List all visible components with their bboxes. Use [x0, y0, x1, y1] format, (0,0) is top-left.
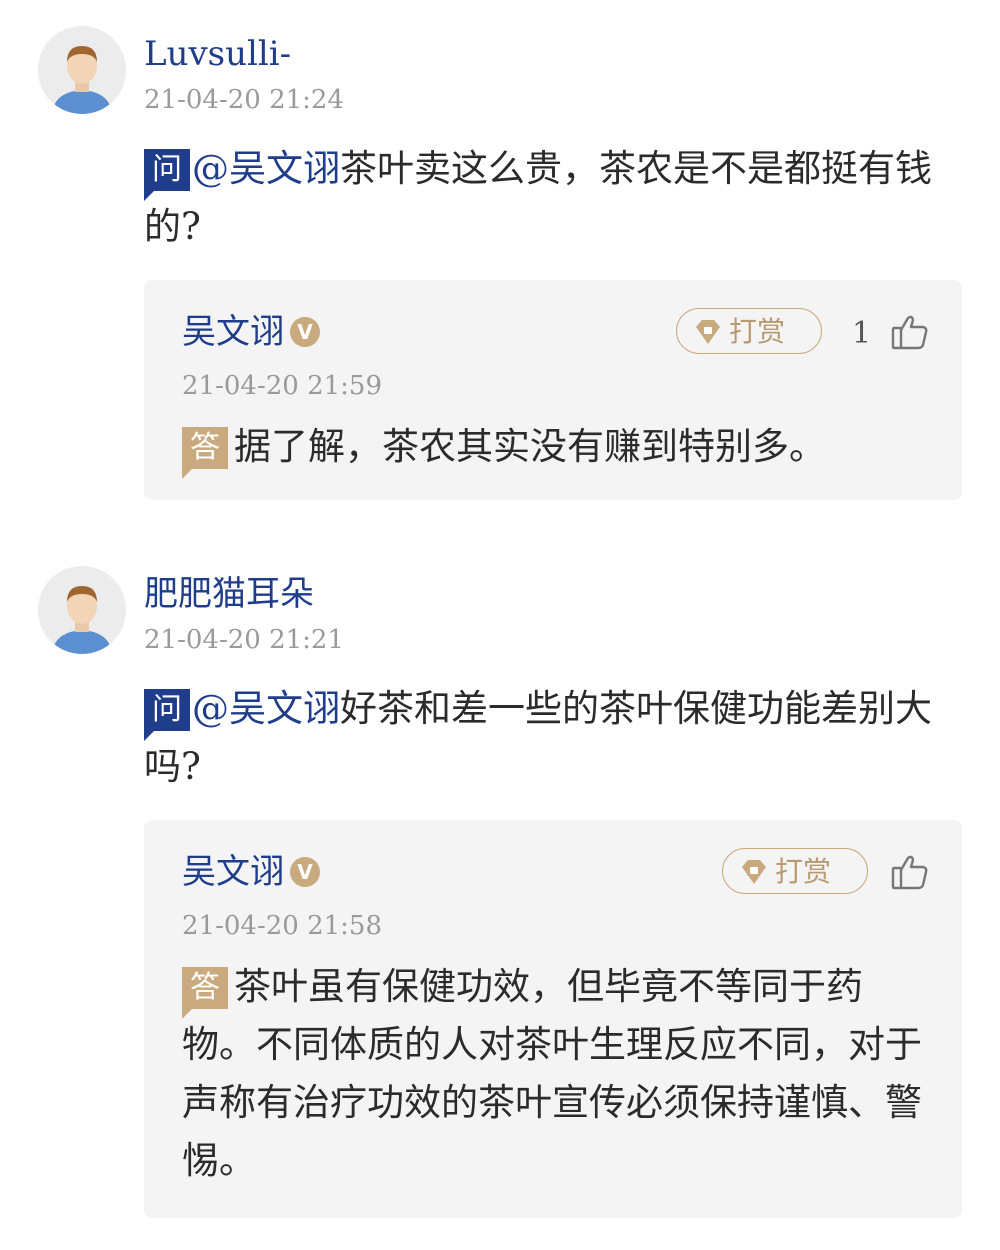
answer-time: 21-04-20 21:58 — [182, 911, 383, 941]
username[interactable]: Luvsulli- — [144, 34, 291, 74]
diamond-icon — [693, 313, 723, 359]
tip-label: 打赏 — [729, 315, 786, 348]
avatar[interactable] — [38, 566, 126, 654]
comment-time: 21-04-20 21:24 — [144, 85, 345, 115]
question-badge: 问 — [144, 689, 190, 741]
tip-label: 打赏 — [775, 855, 832, 888]
answer-card: 吴文诩 V 打赏 21-04-20 21:58 答茶叶虽有保健功效，但毕竟不等同于… — [144, 820, 962, 1218]
question-text-block: 问 @吴文诩好茶和差一些的茶叶保健功能差别大吗? — [144, 680, 944, 796]
answer-card: 吴文诩 V 打赏 1 21-04-20 21:59 答据了解，茶农其实没有赚到特别… — [144, 280, 962, 500]
like-count: 1 — [852, 316, 872, 351]
answer-text-block: 答茶叶虽有保健功效，但毕竟不等同于药物。不同体质的人对茶叶生理反应不同，对于声称… — [182, 958, 924, 1190]
answer-text: 茶叶虽有保健功效，但毕竟不等同于药物。不同体质的人对茶叶生理反应不同，对于声称有… — [182, 965, 922, 1182]
answer-text: 据了解，茶农其实没有赚到特别多。 — [234, 425, 826, 468]
answer-time: 21-04-20 21:59 — [182, 371, 383, 401]
answerer-name[interactable]: 吴文诩 V — [182, 852, 320, 892]
verified-badge-icon: V — [290, 317, 320, 347]
tip-button[interactable]: 打赏 — [722, 848, 868, 894]
mention-link[interactable]: @吴文诩 — [192, 687, 340, 730]
username[interactable]: 肥肥猫耳朵 — [144, 574, 314, 614]
tip-button[interactable]: 打赏 — [676, 308, 822, 354]
diamond-icon — [739, 853, 769, 899]
avatar[interactable] — [38, 26, 126, 114]
question-badge: 问 — [144, 149, 190, 201]
question-text-block: 问 @吴文诩茶叶卖这么贵，茶农是不是都挺有钱的? — [144, 140, 944, 256]
thumbs-up-icon[interactable] — [890, 852, 930, 896]
comment-time: 21-04-20 21:21 — [144, 625, 345, 655]
thumbs-up-icon[interactable] — [890, 312, 930, 356]
default-avatar-icon — [38, 26, 126, 114]
answerer-name[interactable]: 吴文诩 V — [182, 312, 320, 352]
answerer-name-label: 吴文诩 — [182, 852, 284, 892]
answer-badge: 答 — [182, 427, 228, 479]
answer-badge: 答 — [182, 967, 228, 1019]
default-avatar-icon — [38, 566, 126, 654]
mention-link[interactable]: @吴文诩 — [192, 147, 340, 190]
answer-text-block: 答据了解，茶农其实没有赚到特别多。 — [182, 418, 924, 479]
answerer-name-label: 吴文诩 — [182, 312, 284, 352]
verified-badge-icon: V — [290, 857, 320, 887]
